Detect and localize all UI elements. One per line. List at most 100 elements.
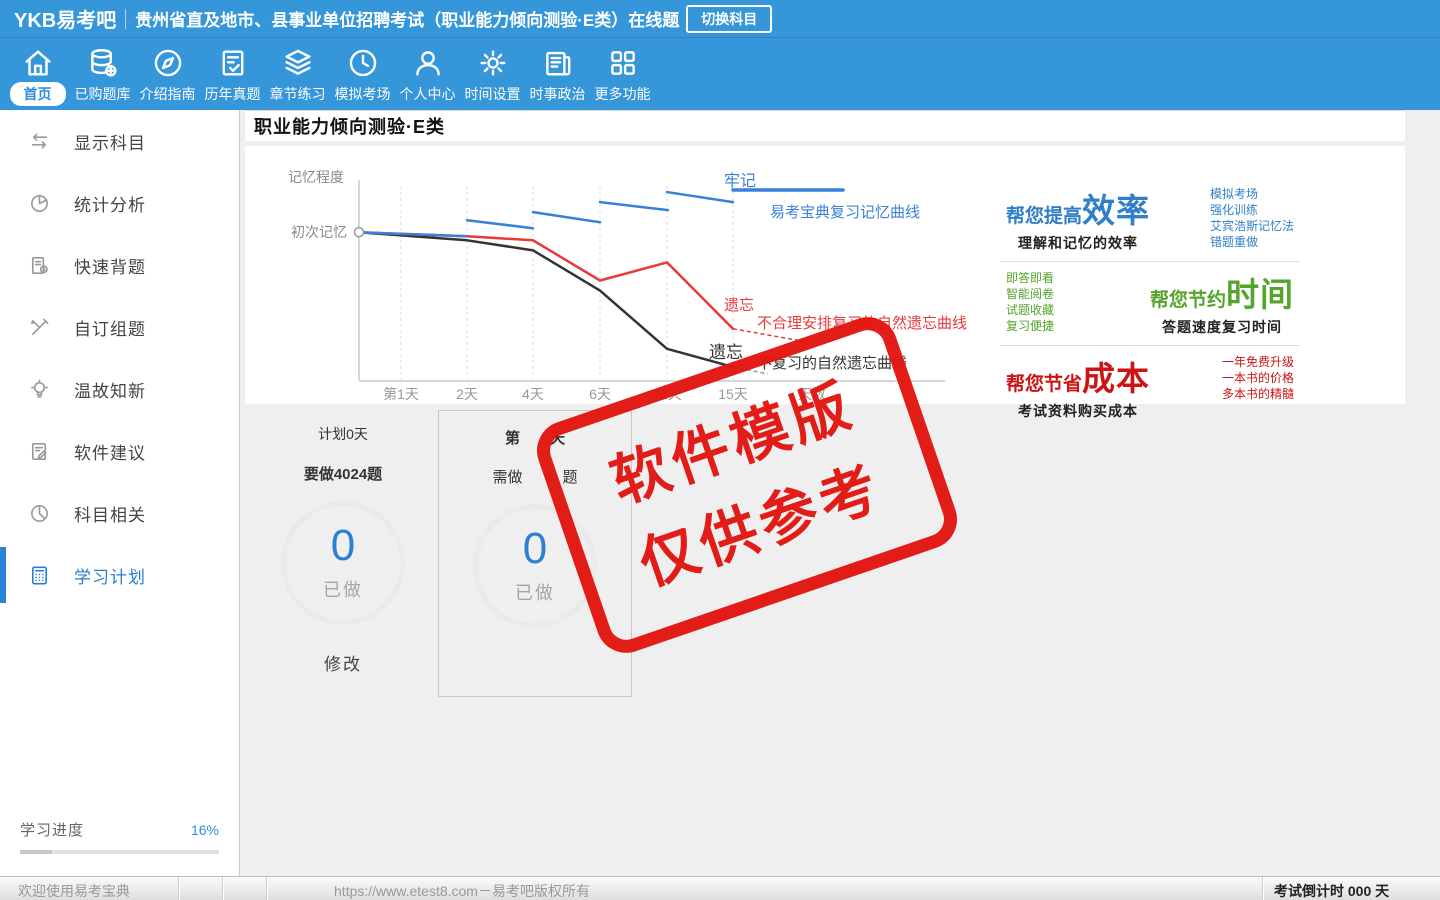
progress-value: 16%: [191, 822, 219, 838]
toolbar-item-politics[interactable]: 时事政治: [525, 37, 590, 104]
promo-block: 帮您提高效率 理解和记忆的效率 模拟考场强化训练艾宾浩斯记忆法错题重做 即答即看…: [1000, 178, 1300, 429]
toolbar-item-label: 时事政治: [530, 84, 586, 104]
toolbar-item-label: 更多功能: [595, 84, 651, 104]
status-copyright: https://www.etest8.com－易考吧版权所有: [312, 881, 612, 900]
promo-row-time: 即答即看智能阅卷试题收藏复习便捷 帮您节约时间 答题速度复习时间: [1000, 261, 1300, 345]
grid-icon: [606, 46, 640, 80]
app-window: YKB易考吧 贵州省直及地市、县事业单位招聘考试（职业能力倾向测验·E类）在线题…: [0, 0, 1440, 900]
switch-subject-button[interactable]: 切换科目: [686, 5, 772, 33]
exam-countdown: 考试倒计时 000 天: [1274, 881, 1389, 900]
sidebar-item-feedback[interactable]: 软件建议: [0, 420, 239, 482]
toolbar-item-time-settings[interactable]: 时间设置: [460, 37, 525, 104]
status-divider: [1262, 877, 1263, 900]
swap-arrows-icon: [28, 130, 51, 153]
svg-text:遗忘: 遗忘: [709, 343, 743, 362]
status-divider: [266, 877, 267, 900]
sidebar-item-study-plan[interactable]: 学习计划: [0, 544, 239, 606]
sidebar-item-custom-set[interactable]: 自订组题: [0, 296, 239, 358]
pie-chart-icon: [28, 192, 51, 215]
svg-text:6天: 6天: [589, 386, 611, 402]
sidebar-item-quick-review[interactable]: 快速背题: [0, 234, 239, 296]
svg-text:4天: 4天: [522, 386, 544, 402]
clock-icon: [346, 46, 380, 80]
toolbar-item-label: 章节练习: [270, 84, 326, 104]
promo-row-cost: 帮您节省成本 考试资料购买成本 一年免费升级一本书的价格多本书的精髓: [1000, 345, 1300, 429]
promo-prefix: 帮您节约: [1150, 290, 1226, 311]
svg-text:天数: 天数: [798, 386, 826, 402]
promo-sub: 答题速度复习时间: [1150, 317, 1294, 337]
promo-sub: 理解和记忆的效率: [1006, 233, 1150, 253]
doc-edit-icon: [28, 440, 51, 463]
sidebar-item-subjects[interactable]: 显示科目: [0, 110, 239, 172]
plan-total-questions: 要做4024题: [277, 463, 409, 484]
promo-list: 模拟考场强化训练艾宾浩斯记忆法错题重做: [1210, 186, 1294, 253]
promo-list-item: 错题重做: [1210, 234, 1294, 250]
promo-list-item: 多本书的精髓: [1222, 386, 1294, 402]
user-icon: [411, 46, 445, 80]
modify-plan-button[interactable]: 修改: [277, 650, 409, 675]
done-label: 已做: [515, 579, 555, 605]
sidebar-item-label: 快速背题: [74, 253, 146, 278]
done-ring: 0 已做: [473, 504, 597, 628]
news-icon: [541, 46, 575, 80]
toolbar-item-chapter[interactable]: 章节练习: [265, 37, 330, 104]
section-title: 职业能力倾向测验·E类: [254, 113, 445, 139]
promo-list-item: 即答即看: [1006, 270, 1054, 286]
sidebar-item-label: 统计分析: [74, 191, 146, 216]
stamp-line: 仅供参考: [628, 444, 895, 608]
bulb-icon: [28, 378, 51, 401]
svg-text:15天: 15天: [718, 386, 748, 402]
day-prefix: 第: [505, 427, 520, 448]
sidebar-item-label: 学习计划: [74, 563, 146, 588]
memory-curve-panel: 第1天2天4天6天12天15天天数记忆程度初次记忆牢记易考宝典复习记忆曲线遗忘不…: [245, 146, 1405, 404]
toolbar-item-home[interactable]: 首页: [5, 37, 70, 106]
home-icon: [21, 46, 55, 80]
svg-text:第1天: 第1天: [383, 386, 419, 402]
toolbar-item-profile[interactable]: 个人中心: [395, 37, 460, 104]
toolbar-item-more[interactable]: 更多功能: [590, 37, 655, 104]
subject-chart-icon: [28, 502, 51, 525]
toolbar-item-mock-exam[interactable]: 模拟考场: [330, 37, 395, 104]
sidebar-item-label: 显示科目: [74, 129, 146, 154]
status-divider: [178, 877, 179, 900]
promo-list-item: 艾宾浩斯记忆法: [1210, 218, 1294, 234]
svg-text:不合理安排复习的自然遗忘曲线: 不合理安排复习的自然遗忘曲线: [757, 314, 967, 332]
promo-sub: 考试资料购买成本: [1006, 401, 1150, 421]
sidebar: 显示科目统计分析快速背题自订组题温故知新软件建议科目相关学习计划 学习进度 16…: [0, 110, 240, 877]
toolbar: 首页已购题库介绍指南历年真题章节练习模拟考场个人中心时间设置时事政治更多功能: [0, 37, 1440, 110]
study-progress: 学习进度 16%: [20, 819, 219, 854]
plan-card-today: 第 天 需做 题 0 已做: [438, 410, 632, 697]
day-suffix: 天: [550, 427, 565, 448]
svg-text:记忆程度: 记忆程度: [288, 169, 344, 185]
promo-list-item: 智能阅卷: [1006, 286, 1054, 302]
promo-prefix: 帮您提高: [1006, 206, 1082, 227]
toolbar-item-purchased[interactable]: 已购题库: [70, 37, 135, 104]
toolbar-item-guide[interactable]: 介绍指南: [135, 37, 200, 104]
sidebar-items: 显示科目统计分析快速背题自订组题温故知新软件建议科目相关学习计划: [0, 110, 239, 606]
sidebar-item-review-old[interactable]: 温故知新: [0, 358, 239, 420]
toolbar-item-past-papers[interactable]: 历年真题: [200, 37, 265, 104]
done-ring: 0 已做: [281, 501, 405, 625]
svg-text:不复习的自然遗忘曲线: 不复习的自然遗忘曲线: [757, 354, 907, 372]
title-bar: YKB易考吧 贵州省直及地市、县事业单位招聘考试（职业能力倾向测验·E类）在线题…: [0, 0, 1440, 37]
done-label: 已做: [323, 576, 363, 602]
status-welcome: 欢迎使用易考宝典: [18, 881, 130, 900]
progress-bar-fill: [20, 850, 52, 854]
need-suffix: 题: [563, 466, 578, 487]
status-divider: [222, 877, 223, 900]
promo-word: 时间: [1226, 276, 1294, 313]
promo-word: 效率: [1082, 192, 1150, 229]
tools-icon: [28, 316, 51, 339]
sidebar-item-subject-related[interactable]: 科目相关: [0, 482, 239, 544]
svg-text:12天: 12天: [652, 386, 682, 402]
need-prefix: 需做: [492, 466, 522, 487]
doc-check-icon: [216, 46, 250, 80]
status-bar: 欢迎使用易考宝典 https://www.etest8.com－易考吧版权所有 …: [0, 876, 1440, 900]
sidebar-item-label: 温故知新: [74, 377, 146, 402]
svg-text:牢记: 牢记: [724, 172, 756, 190]
promo-list-item: 一年免费升级: [1222, 354, 1294, 370]
promo-prefix: 帮您节省: [1006, 374, 1082, 395]
promo-list-item: 一本书的价格: [1222, 370, 1294, 386]
sidebar-item-stats[interactable]: 统计分析: [0, 172, 239, 234]
app-logo: YKB易考吧: [14, 4, 116, 33]
